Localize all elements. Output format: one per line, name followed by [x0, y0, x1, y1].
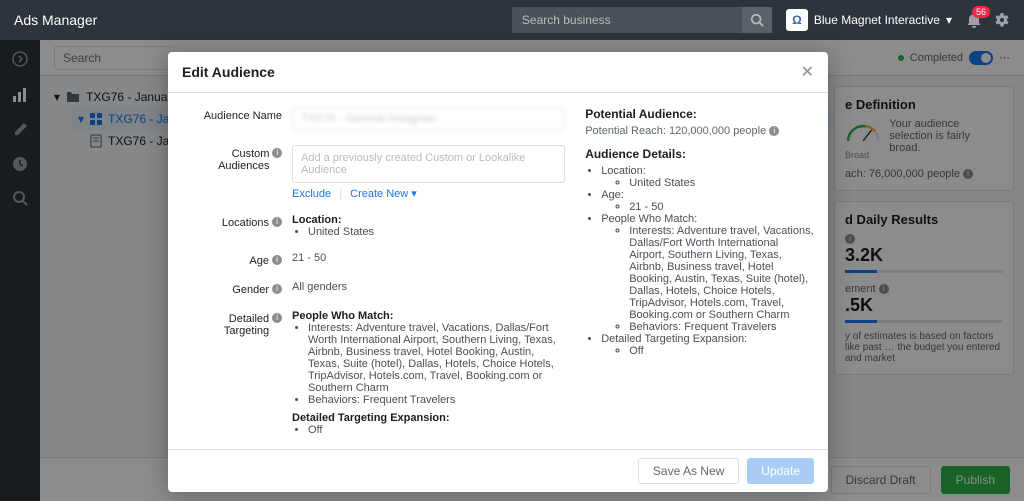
gender-label: Gender: [232, 284, 269, 296]
exclude-link[interactable]: Exclude: [292, 188, 331, 200]
r-age-label: Age:: [601, 189, 624, 201]
create-new-link[interactable]: Create New ▾: [350, 188, 417, 200]
detailed-targeting-label: Detailed Targeting: [182, 313, 269, 337]
business-search-input[interactable]: [512, 7, 742, 33]
app-title: Ads Manager: [14, 12, 97, 28]
info-icon[interactable]: i: [272, 284, 282, 294]
potential-reach: Potential Reach: 120,000,000 people i: [585, 125, 814, 137]
audience-details-title: Audience Details:: [585, 147, 814, 161]
info-icon[interactable]: i: [272, 255, 282, 265]
notifications-icon[interactable]: 56: [966, 12, 982, 28]
info-icon[interactable]: i: [769, 126, 779, 136]
business-search[interactable]: [512, 7, 772, 33]
age-value: 21 - 50: [292, 252, 565, 267]
modal-footer: Save As New Update: [168, 449, 828, 492]
modal-title: Edit Audience: [182, 64, 801, 80]
account-name: Blue Magnet Interactive: [814, 13, 940, 27]
modal-summary: Potential Audience: Potential Reach: 120…: [577, 93, 828, 449]
edit-audience-modal: Edit Audience ✕ Audience Name TXG76 - Ge…: [168, 52, 828, 492]
audience-name-label: Audience Name: [182, 107, 292, 131]
r-match-label: People Who Match:: [601, 213, 697, 225]
top-bar: Ads Manager Ω Blue Magnet Interactive ▾ …: [0, 0, 1024, 40]
modal-header: Edit Audience ✕: [168, 52, 828, 93]
gender-value: All genders: [292, 281, 565, 296]
close-icon[interactable]: ✕: [801, 62, 814, 82]
update-button[interactable]: Update: [747, 458, 814, 484]
info-icon[interactable]: i: [272, 217, 282, 227]
r-dte-label: Detailed Targeting Expansion:: [601, 333, 747, 345]
r-interests: Interests: Adventure travel, Vacations, …: [629, 225, 814, 321]
dt-title: People Who Match:: [292, 310, 565, 322]
dt-interests: Interests: Adventure travel, Vacations, …: [308, 322, 565, 394]
locations-label: Locations: [222, 217, 269, 229]
r-age-value: 21 - 50: [629, 201, 814, 213]
gear-icon[interactable]: [994, 12, 1010, 28]
notification-badge: 56: [972, 6, 990, 18]
r-location-value: United States: [629, 177, 814, 189]
save-as-new-button[interactable]: Save As New: [638, 458, 739, 484]
location-title: Location:: [292, 214, 565, 226]
custom-audiences-label: Custom Audiences: [182, 148, 269, 172]
r-location-label: Location:: [601, 165, 646, 177]
search-icon[interactable]: [742, 7, 772, 33]
r-behaviors: Behaviors: Frequent Travelers: [629, 321, 814, 333]
r-dte-value: Off: [629, 345, 814, 357]
dte-value: Off: [308, 424, 565, 436]
info-icon[interactable]: i: [272, 313, 282, 323]
age-label: Age: [249, 255, 269, 267]
potential-audience-title: Potential Audience:: [585, 107, 814, 121]
location-value: United States: [308, 226, 565, 238]
dt-behaviors: Behaviors: Frequent Travelers: [308, 394, 565, 406]
dte-title: Detailed Targeting Expansion:: [292, 412, 565, 424]
account-switcher[interactable]: Ω Blue Magnet Interactive ▾: [786, 9, 952, 31]
custom-audience-input[interactable]: Add a previously created Custom or Looka…: [292, 145, 565, 183]
chevron-down-icon: ▾: [946, 13, 952, 27]
avatar: Ω: [786, 9, 808, 31]
audience-name-input[interactable]: TXG76 - General Instagram: [292, 107, 565, 131]
info-icon[interactable]: i: [272, 148, 282, 158]
modal-form: Audience Name TXG76 - General Instagram …: [168, 93, 577, 449]
